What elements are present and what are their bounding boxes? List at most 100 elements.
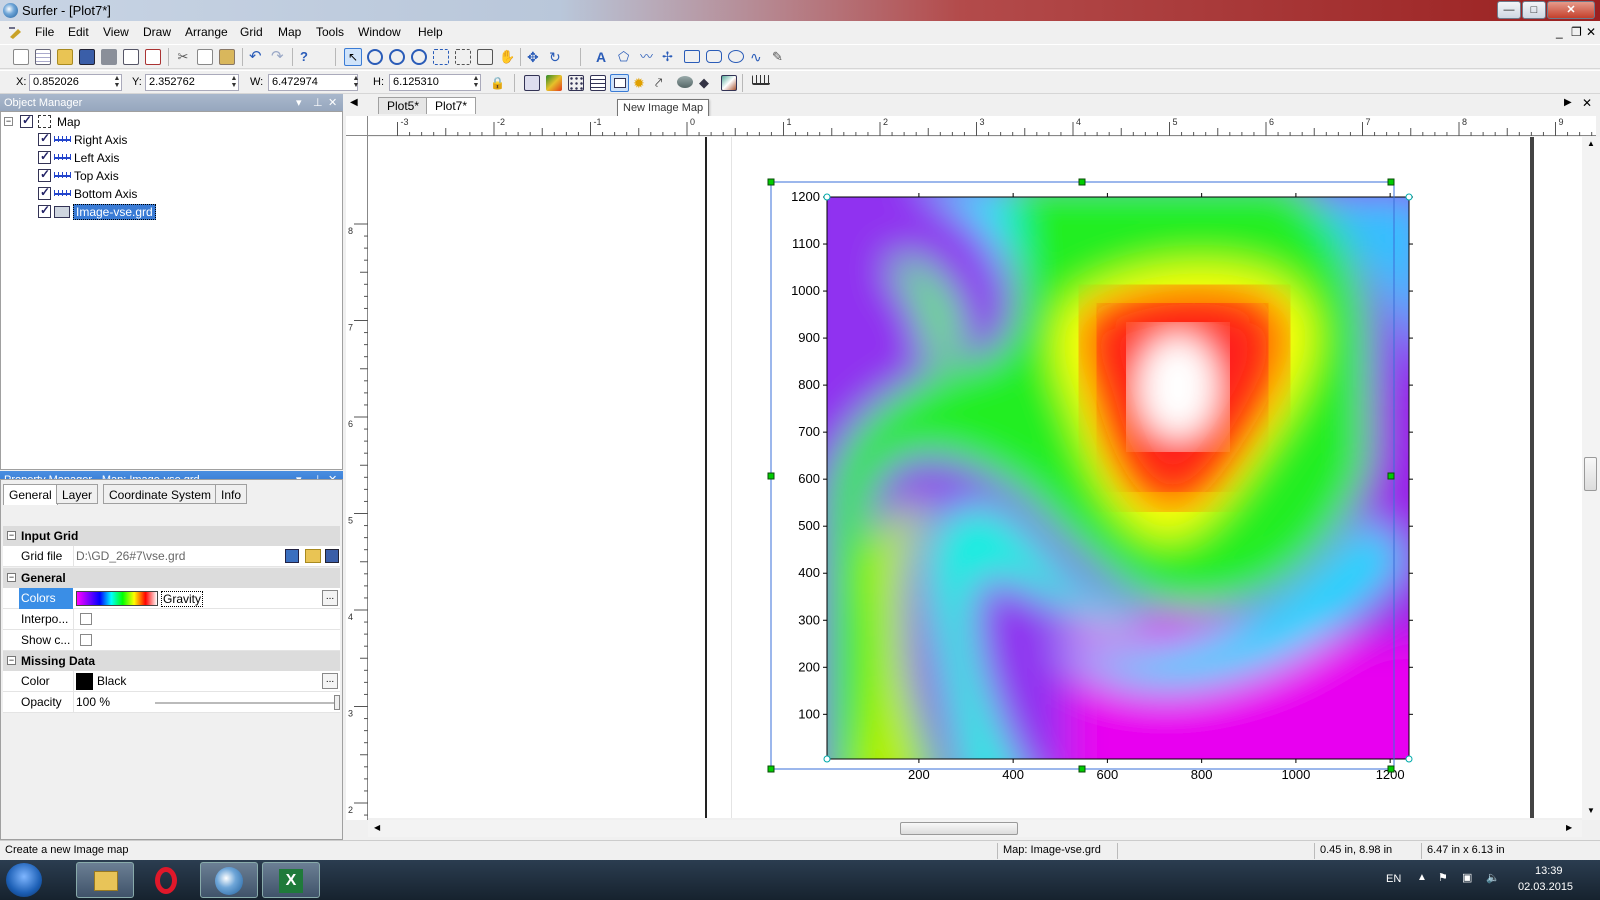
minimize-button[interactable]: — (1497, 1, 1521, 19)
panel-dropdown-icon[interactable]: ▾ (296, 96, 302, 109)
grid-file-value[interactable]: D:\GD_26#7\vse.grd (76, 549, 185, 563)
tree-node-bottom-axis[interactable]: Bottom Axis (4, 185, 304, 204)
rounded-rectangle-tool-icon[interactable] (706, 50, 722, 63)
image-overlay-icon[interactable] (721, 75, 737, 91)
clock-time[interactable]: 13:39 (1535, 865, 1563, 877)
panel-close-icon[interactable]: ✕ (328, 96, 337, 109)
missing-color-swatch[interactable] (76, 673, 93, 690)
horizontal-scroll-thumb[interactable] (900, 822, 1018, 835)
copy-icon[interactable] (197, 49, 213, 65)
panel-pin-icon[interactable]: ⊥ (313, 96, 323, 109)
vertical-scrollbar[interactable]: ▲ ▼ (1582, 137, 1600, 820)
grid-info-icon[interactable] (285, 549, 299, 563)
polyline-tool-icon[interactable]: 〰 (640, 49, 656, 65)
resize-handle[interactable] (767, 765, 775, 773)
scroll-up-icon[interactable]: ▲ (1587, 139, 1595, 148)
open-folder-icon[interactable] (57, 49, 73, 65)
document-menu-icon[interactable] (8, 25, 24, 39)
close-button[interactable]: ✕ (1547, 1, 1595, 19)
start-button[interactable] (6, 863, 42, 897)
zoom-fit-icon[interactable] (455, 49, 471, 65)
plot-canvas[interactable]: 1200 1100 1000 900 800 700 600 500 400 300 200 100 2… (368, 137, 1582, 818)
scroll-down-icon[interactable]: ▼ (1587, 806, 1595, 815)
undo-icon[interactable]: ↶ (249, 49, 265, 65)
base-map-icon[interactable] (524, 75, 540, 91)
tree-node-left-axis[interactable]: Left Axis (4, 149, 304, 168)
colors-ellipsis-button[interactable]: ... (322, 590, 338, 606)
tab-scroll-right-icon[interactable]: ▶ (1564, 97, 1572, 108)
action-center-icon[interactable]: ⚑ (1438, 871, 1448, 884)
new-plot-icon[interactable] (13, 49, 29, 65)
tab-plot5[interactable]: Plot5* (378, 97, 429, 114)
paste-icon[interactable] (219, 49, 235, 65)
right-axis-checkbox[interactable] (38, 131, 51, 146)
resize-handle[interactable] (1078, 178, 1086, 186)
surface-map-icon[interactable]: ◆ (699, 75, 715, 91)
section-general[interactable]: − General (3, 568, 340, 588)
bottom-axis-checkbox[interactable] (38, 185, 51, 200)
show-hidden-icons[interactable]: ▲ (1417, 872, 1427, 883)
opera-taskbar-button[interactable] (138, 862, 196, 898)
classed-post-icon[interactable] (590, 75, 606, 91)
section-missing-data[interactable]: − Missing Data (3, 651, 340, 671)
language-indicator[interactable]: EN (1386, 873, 1401, 885)
colormap-swatch[interactable] (76, 591, 158, 606)
redo-icon[interactable]: ↷ (271, 49, 287, 65)
lock-aspect-icon[interactable]: 🔒 (490, 75, 506, 91)
image-map[interactable]: 1200110010009008007006005004003002001002… (368, 137, 1582, 818)
help-context-icon[interactable]: ? (300, 49, 316, 65)
menu-window[interactable]: Window (358, 25, 401, 39)
reshape-tool-icon[interactable]: ✎ (772, 49, 788, 65)
clock-date[interactable]: 02.03.2015 (1518, 881, 1573, 893)
h-spinner-icon[interactable]: ▲ ▼ (472, 75, 480, 89)
top-axis-checkbox[interactable] (38, 167, 51, 182)
new-image-map-button[interactable] (610, 74, 629, 92)
surfer-taskbar-button[interactable] (200, 862, 258, 898)
y-coordinate-field[interactable]: 2.352762 (145, 74, 239, 91)
collapse-icon[interactable]: − (7, 531, 16, 540)
volume-icon[interactable]: 🔈 (1486, 871, 1500, 884)
menu-tools[interactable]: Tools (316, 25, 344, 39)
print-icon[interactable] (101, 49, 117, 65)
save-grid-icon[interactable] (325, 549, 339, 563)
resize-handle[interactable] (1387, 765, 1395, 773)
mdi-close-button[interactable]: ✕ (1586, 25, 1596, 39)
rectangle-tool-icon[interactable] (684, 50, 700, 63)
interpolate-checkbox[interactable] (80, 613, 92, 625)
tree-node-top-axis[interactable]: Top Axis (4, 167, 304, 186)
color-ellipsis-button[interactable]: ... (322, 673, 338, 689)
wireframe-icon[interactable] (677, 76, 693, 88)
menu-view[interactable]: View (103, 25, 129, 39)
y-spinner-icon[interactable]: ▲ ▼ (230, 75, 238, 89)
w-spinner-icon[interactable]: ▲ ▼ (352, 75, 360, 89)
ellipse-tool-icon[interactable] (728, 50, 744, 63)
menu-arrange[interactable]: Arrange (185, 25, 228, 39)
text-tool-icon[interactable]: A (596, 49, 612, 65)
resize-handle[interactable] (1387, 178, 1395, 186)
shaded-relief-icon[interactable]: ✹ (633, 75, 649, 91)
excel-taskbar-button[interactable]: X (262, 862, 320, 898)
resize-handle[interactable] (1387, 472, 1395, 480)
surfer-app-icon[interactable] (3, 3, 18, 18)
opacity-slider-track[interactable] (155, 702, 339, 704)
scroll-right-icon[interactable]: ▶ (1566, 823, 1572, 832)
tab-plot7[interactable]: Plot7* (426, 97, 477, 114)
tree-node-image-map[interactable]: Image-vse.grd (4, 203, 304, 222)
menu-draw[interactable]: Draw (143, 25, 171, 39)
open-grid-folder-icon[interactable] (305, 549, 321, 563)
map-visibility-checkbox[interactable] (20, 113, 33, 128)
vertical-scroll-thumb[interactable] (1584, 457, 1597, 491)
x-spinner-icon[interactable]: ▲ ▼ (113, 75, 121, 89)
colors-value[interactable]: Gravity (161, 591, 204, 607)
close-document-icon[interactable]: ✕ (1582, 96, 1592, 110)
save-icon[interactable] (79, 49, 95, 65)
tab-general[interactable]: General (3, 484, 58, 505)
symbol-tool-icon[interactable]: ✢ (662, 49, 678, 65)
menu-edit[interactable]: Edit (68, 25, 89, 39)
pan-hand-icon[interactable]: ✋ (499, 49, 515, 65)
cut-icon[interactable]: ✂ (175, 49, 191, 65)
explorer-taskbar-button[interactable] (76, 862, 134, 898)
zoom-out-icon[interactable] (389, 49, 405, 65)
height-field[interactable]: 6.125310 (389, 74, 481, 91)
tree-node-map[interactable]: − Map (4, 113, 304, 132)
